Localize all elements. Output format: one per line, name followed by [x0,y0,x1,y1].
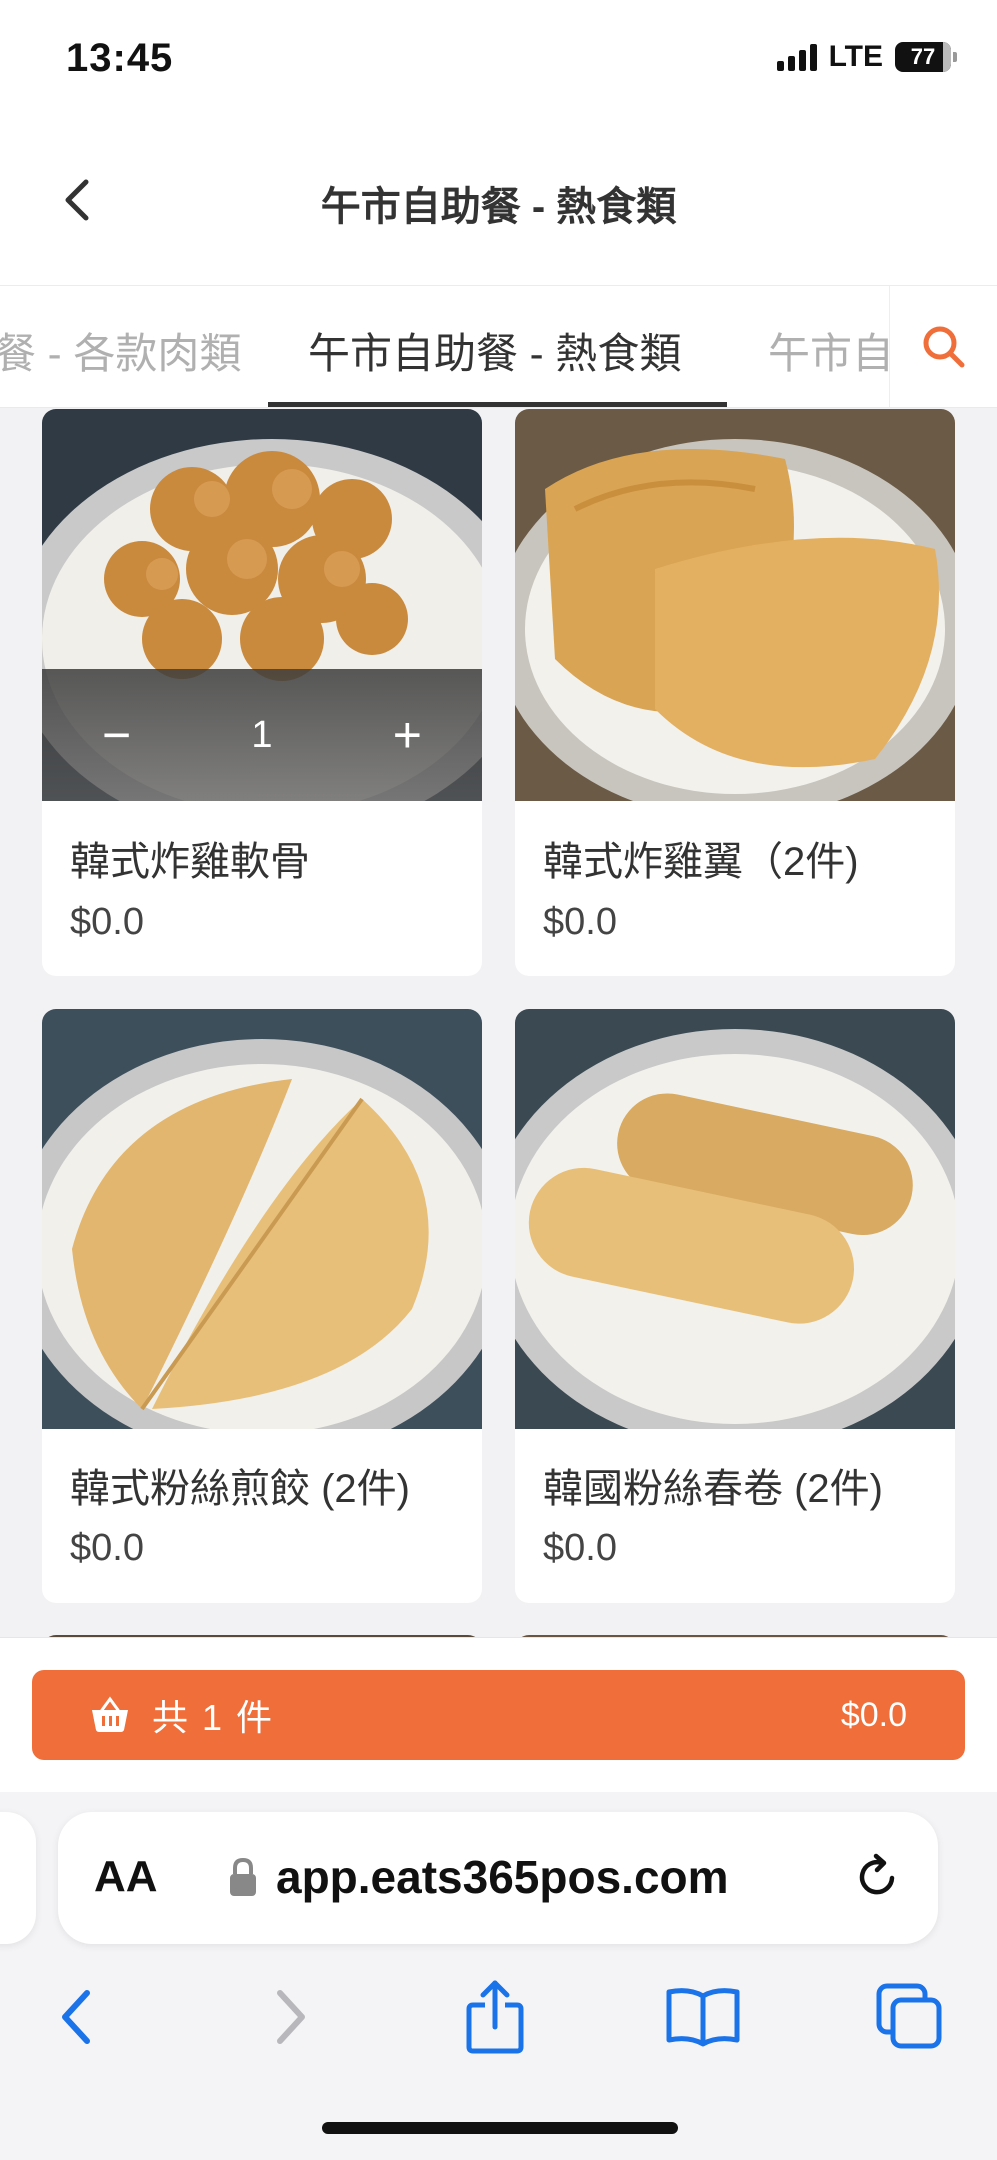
tab-next-category[interactable]: 午市自 [768,320,894,381]
product-image [42,1009,482,1429]
home-indicator[interactable] [322,2122,678,2134]
status-time: 13:45 [66,36,174,80]
active-tab-indicator [268,402,727,407]
product-name: 韓式炸雞軟骨 [70,840,310,884]
battery-level: 77 [910,44,936,69]
signal-icon [776,43,817,71]
decrease-button[interactable]: − [102,710,131,760]
chevron-left-icon [62,1990,90,2044]
basket-icon [92,1696,128,1732]
product-grid: − 1 + 韓式炸雞軟骨 $0.0 韓式炸雞翼（2件) $0.0 韓式粉絲煎餃 … [0,409,997,1637]
status-bar: 13:45 LTE 77 [0,0,997,120]
lock-icon [230,1857,256,1896]
product-name: 韓式粉絲煎餃 (2件) [70,1467,410,1511]
text-size-button[interactable]: AA [94,1852,158,1902]
status-indicators: LTE 77 [776,40,957,74]
chevron-right-icon [277,1990,305,2044]
url-text: app.eats365pos.com [276,1851,729,1903]
tabs-button[interactable] [855,1962,965,2072]
search-button[interactable] [889,286,997,407]
product-price: $0.0 [70,901,144,943]
search-icon [923,326,964,368]
browser-back-button[interactable] [22,1962,132,2072]
tab-hot-food[interactable]: 午市自助餐 - 熱食類 [308,320,681,381]
product-name: 韓式炸雞翼（2件) [543,840,859,884]
address-bar[interactable]: AA app.eats365pos.com [58,1812,938,1944]
browser-forward-button[interactable] [235,1962,345,2072]
tabs-icon [876,1983,942,2049]
quantity-stepper: − 1 + [42,669,482,801]
product-name: 韓國粉絲春卷 (2件) [543,1467,883,1511]
product-card[interactable]: 韓式粉絲煎餃 (2件) $0.0 [42,1009,482,1603]
header: 午市自助餐 - 熱食類 [0,120,997,286]
cart-count-label: 共 1 件 [152,1697,275,1738]
network-label: LTE [828,40,883,73]
product-card[interactable]: 韓國粉絲春卷 (2件) $0.0 [515,1009,955,1603]
reload-icon[interactable] [852,1852,902,1902]
previous-tab-preview[interactable] [0,1812,36,1944]
cart-button[interactable]: 共 1 件 $0.0 [32,1670,965,1760]
page-title: 午市自助餐 - 熱食類 [320,185,677,229]
quantity-value: 1 [251,713,273,756]
product-image: − 1 + [42,409,482,801]
browser-toolbar [0,1962,997,2072]
category-tabs: 餐 - 各款肉類 午市自助餐 - 熱食類 午市自 [0,286,997,408]
cart-total: $0.0 [840,1695,907,1734]
product-image [515,409,955,801]
bookmarks-button[interactable] [648,1962,758,2072]
product-image [515,1009,955,1429]
product-price: $0.0 [543,901,617,943]
browser-chrome: AA app.eats365pos.com [0,1792,997,2160]
battery-icon: 77 [895,42,957,72]
increase-button[interactable]: + [393,710,422,760]
cart-area: 共 1 件 $0.0 [0,1637,997,1792]
product-card[interactable]: 韓式炸雞翼（2件) $0.0 [515,409,955,976]
tab-meat[interactable]: 餐 - 各款肉類 [0,320,241,381]
book-icon [666,1988,740,2047]
product-card[interactable]: − 1 + 韓式炸雞軟骨 $0.0 [42,409,482,976]
product-price: $0.0 [70,1527,144,1569]
share-icon [466,1980,524,2054]
share-button[interactable] [440,1962,550,2072]
product-price: $0.0 [543,1527,617,1569]
